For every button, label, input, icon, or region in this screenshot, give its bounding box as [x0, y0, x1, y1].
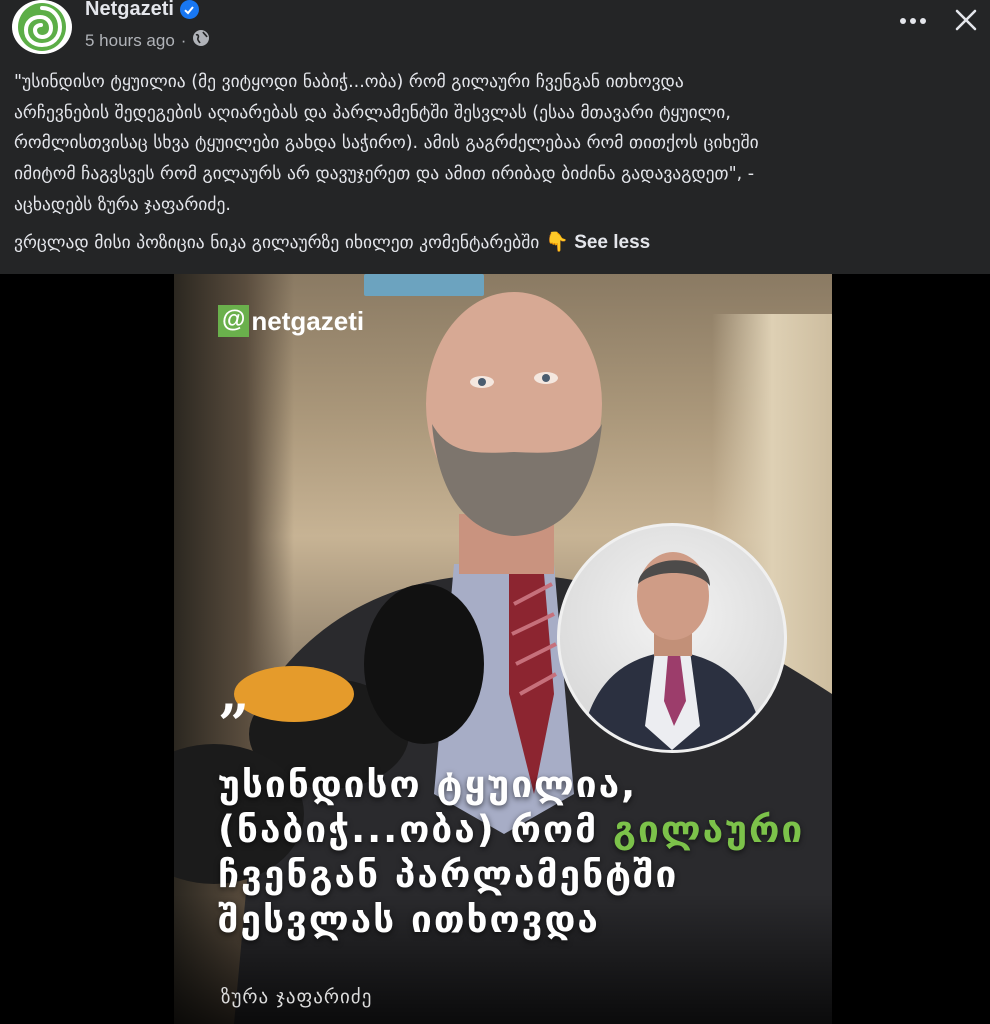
page-name[interactable]: Netgazeti	[85, 0, 199, 21]
headline: უსინდისო ტყუილია, (ნაბიჭ...ობა) რომ გილა…	[218, 762, 818, 942]
page-avatar[interactable]	[12, 0, 72, 54]
inset-portrait-photo	[580, 552, 765, 750]
post-caption: "უსინდისო ტყუილია (მე ვიტყოდი ნაბიჭ...ობ…	[14, 67, 980, 258]
brand-at-symbol: @	[218, 305, 250, 337]
meta-separator: ·	[180, 30, 187, 50]
pointing-down-emoji-icon: 👇	[544, 230, 569, 253]
headline-line-2-text: (ნაბიჭ...ობა) რომ	[218, 808, 613, 851]
see-less-button[interactable]: See less	[574, 232, 650, 253]
headline-line-1: უსინდისო ტყუილია,	[218, 763, 638, 806]
post-image[interactable]: @ netgazeti ” უსინდისო ტყუილია, (ნაბიჭ..…	[174, 274, 832, 1024]
caption-line: აცხადებს ზურა ჯაფარიძე.	[14, 194, 231, 215]
byline: ზურა ჯაფარიძე	[221, 986, 373, 1008]
caption-more-text: ვრცლად მისი პოზიცია ნიკა გილაურზე იხილეთ…	[14, 232, 540, 253]
post-header: Netgazeti 5 hours ago · "უსინდისო ტყუილი…	[0, 0, 990, 274]
headline-line-4: შესვლას ითხოვდა	[218, 898, 600, 941]
caption-line: რომლისთვისაც სხვა ტყუილები გახდა საჭირო)…	[14, 133, 759, 154]
post-timestamp[interactable]: 5 hours ago	[85, 31, 175, 51]
headline-line-3: ჩვენგან პარლამენტში	[218, 853, 679, 896]
verified-badge-icon	[179, 0, 199, 19]
quote-mark: ”	[218, 692, 250, 756]
page-name-text[interactable]: Netgazeti	[85, 0, 174, 21]
netgazeti-logo-icon	[15, 0, 69, 54]
caption-line: "უსინდისო ტყუილია (მე ვიტყოდი ნაბიჭ...ობ…	[14, 72, 684, 92]
caption-line: იმიტომ ჩაგვსვეს რომ გილაურს არ დავუჯერეთ…	[14, 164, 755, 185]
inset-portrait	[557, 523, 787, 753]
caption-quote: "უსინდისო ტყუილია (მე ვიტყოდი ნაბიჭ...ობ…	[14, 67, 980, 221]
globe-icon	[192, 29, 210, 52]
brand-logo-text: netgazeti	[251, 305, 365, 336]
headline-line-2: (ნაბიჭ...ობა) რომ გილაური	[218, 807, 818, 852]
post-meta: 5 hours ago ·	[85, 29, 210, 52]
headline-accent: გილაური	[613, 808, 805, 851]
close-icon[interactable]	[948, 2, 984, 38]
caption-more-line: ვრცლად მისი პოზიცია ნიკა გილაურზე იხილეთ…	[14, 227, 980, 259]
caption-line: არჩევნების შედეგების აღიარებას და პარლამ…	[14, 102, 731, 123]
netgazeti-watermark: @ netgazeti	[218, 305, 364, 337]
more-options-icon[interactable]	[896, 6, 930, 36]
